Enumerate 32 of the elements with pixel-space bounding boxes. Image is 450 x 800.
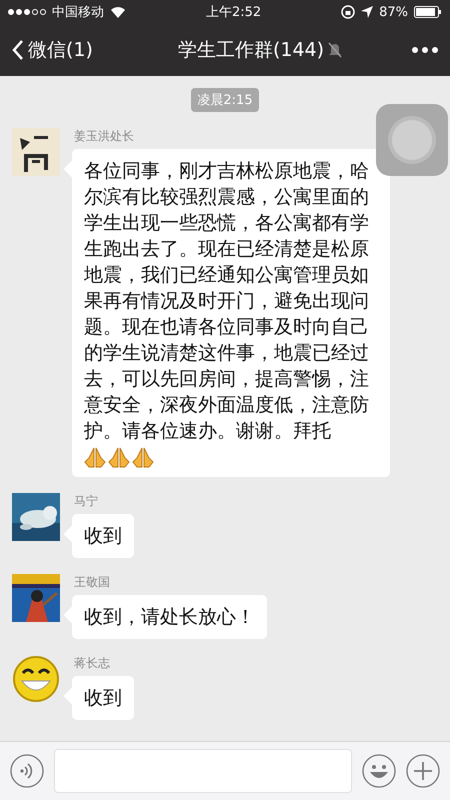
emoji-button[interactable]	[362, 754, 396, 788]
status-time: 上午2:52	[204, 4, 262, 21]
voice-icon	[10, 754, 44, 788]
carrier-name: 中国移动	[52, 4, 104, 21]
message-text: 收到，请处长放心！	[84, 605, 255, 630]
wifi-icon	[110, 6, 126, 18]
battery-percent: 87%	[379, 4, 408, 20]
sender-name: 蒋长志	[73, 655, 111, 672]
praying-hands-icon	[108, 446, 130, 468]
praying-hands-icon	[84, 446, 106, 468]
praying-hands-icon	[132, 446, 154, 468]
sender-name: 马宁	[73, 493, 99, 510]
chevron-left-icon	[12, 40, 24, 60]
back-button[interactable]: 微信(1)	[12, 37, 122, 63]
sender-name: 姜玉洪处长	[73, 128, 135, 145]
message-input[interactable]	[54, 749, 352, 793]
sender-name: 王敬国	[73, 574, 111, 591]
battery-icon	[414, 6, 442, 18]
timestamp: 凌晨2:15	[191, 88, 259, 112]
signal-icon	[8, 9, 46, 15]
location-icon	[361, 6, 374, 18]
add-button[interactable]	[406, 754, 440, 788]
voice-button[interactable]	[10, 754, 44, 788]
message-text: 收到	[84, 686, 122, 711]
plus-icon	[406, 754, 440, 788]
smiley-avatar-icon	[12, 655, 60, 703]
message-text: 各位同事，刚才吉林松原地震，哈尔滨有比较强烈震感，公寓里面的学生出现一些恐慌，各公寓都有学生跑出去了。现在已经清楚是松原地震，我们已经通知公寓管理员如果再有情况及时开门，避免出现问题。现在也请各位同事及时向自己的学生说清楚这件事，地震已经过去，可以先回房间，提高警惕，注意安全，深夜外面温度低，注意防护。请各位速办。谢谢。拜托	[84, 159, 370, 444]
more-icon[interactable]	[412, 47, 438, 53]
smiley-icon	[362, 754, 396, 788]
rotation-lock-icon	[341, 5, 356, 19]
message-text: 收到	[84, 524, 122, 549]
chat-title: 学生工作群(144)	[178, 38, 324, 63]
